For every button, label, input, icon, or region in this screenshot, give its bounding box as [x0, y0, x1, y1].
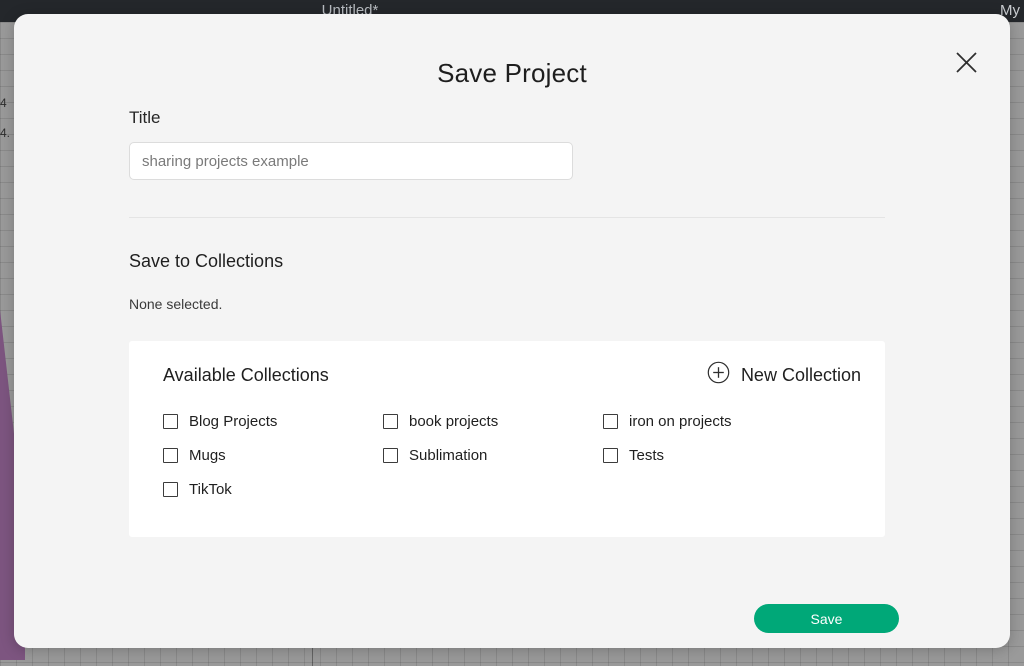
collection-label: Sublimation — [409, 447, 488, 464]
save-button[interactable]: Save — [754, 604, 899, 633]
collection-label: Blog Projects — [189, 413, 278, 430]
collection-item[interactable]: Tests — [603, 447, 823, 464]
available-collections-grid: Blog Projects book projects iron on proj… — [163, 413, 853, 515]
collection-item[interactable]: Mugs — [163, 447, 383, 464]
collection-checkbox[interactable] — [603, 448, 618, 463]
collection-checkbox[interactable] — [163, 414, 178, 429]
modal-body: Title Save to Collections None selected.… — [129, 108, 895, 537]
collection-item[interactable]: iron on projects — [603, 413, 823, 430]
new-collection-button[interactable]: New Collection — [707, 361, 861, 389]
collection-checkbox[interactable] — [383, 414, 398, 429]
collections-heading: Save to Collections — [129, 251, 284, 271]
collection-item[interactable]: Blog Projects — [163, 413, 383, 430]
collection-label: Mugs — [189, 447, 226, 464]
collection-label: book projects — [409, 413, 499, 430]
collection-label: iron on projects — [629, 413, 732, 430]
save-project-modal: Save Project Title Save to Collections N… — [14, 14, 1010, 648]
collection-checkbox[interactable] — [383, 448, 398, 463]
title-input[interactable] — [129, 142, 573, 180]
collection-item[interactable]: Sublimation — [383, 447, 603, 464]
section-divider — [129, 217, 885, 218]
collection-checkbox[interactable] — [163, 482, 178, 497]
collection-checkbox[interactable] — [603, 414, 618, 429]
collection-item[interactable]: TikTok — [163, 481, 383, 498]
available-collections-heading: Available Collections — [163, 365, 329, 385]
title-field-label: Title — [129, 108, 161, 127]
plus-circle-icon — [707, 361, 730, 389]
collection-label: TikTok — [189, 481, 232, 498]
collection-checkbox[interactable] — [163, 448, 178, 463]
available-collections-panel: Available Collections New Collection Blo… — [129, 341, 885, 537]
new-collection-label: New Collection — [740, 364, 861, 385]
collection-label: Tests — [629, 447, 665, 464]
modal-title: Save Project — [437, 58, 587, 88]
collection-item[interactable]: book projects — [383, 413, 603, 430]
selection-status: None selected. — [129, 296, 223, 312]
